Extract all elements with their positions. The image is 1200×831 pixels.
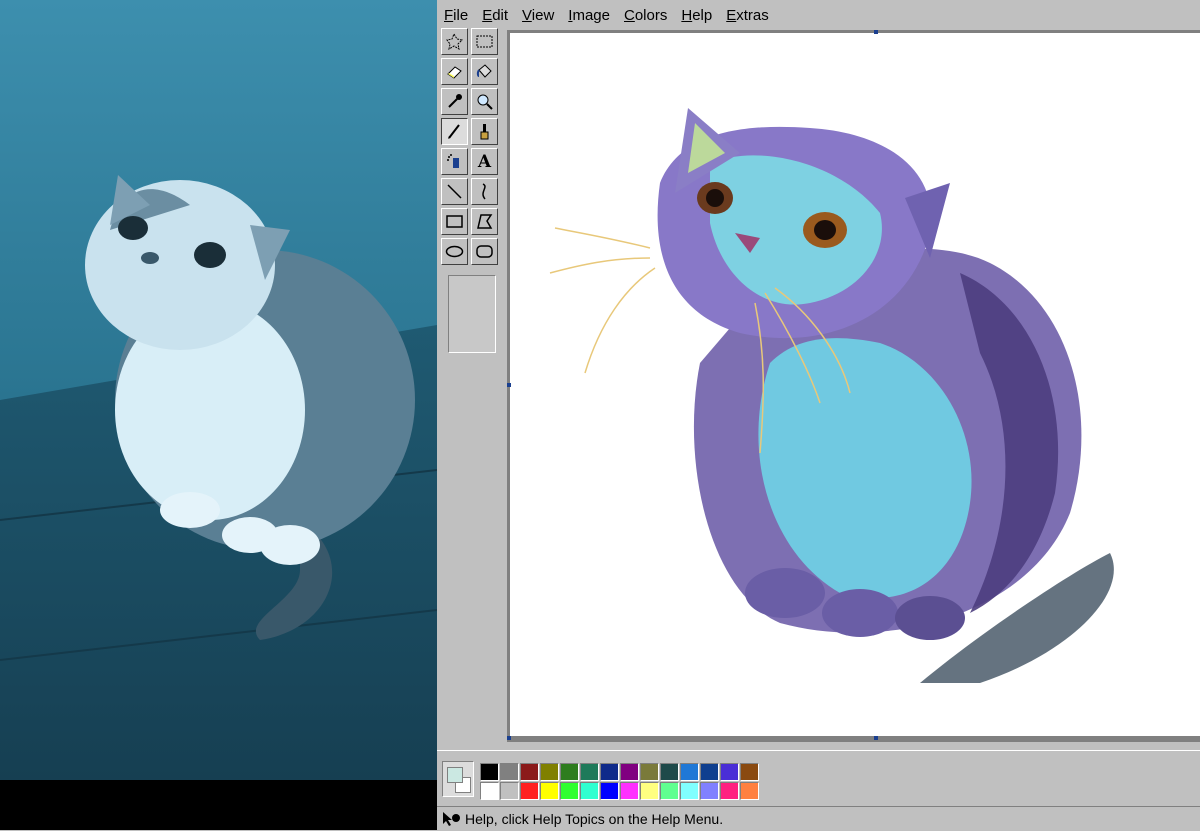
text-icon: A <box>477 151 492 172</box>
palette-swatch[interactable] <box>580 763 599 781</box>
curve-icon <box>482 183 486 200</box>
free-form-select-tool[interactable] <box>441 28 468 55</box>
tool-options-box[interactable] <box>448 275 496 353</box>
color-palette <box>437 750 1200 806</box>
menu-image[interactable]: Image <box>561 7 617 24</box>
menu-extras[interactable]: Extras <box>719 7 776 24</box>
palette-swatch[interactable] <box>540 782 559 800</box>
palette-swatch[interactable] <box>620 763 639 781</box>
status-bar: Help, click Help Topics on the Help Menu… <box>437 806 1200 831</box>
foreground-color[interactable] <box>447 767 463 783</box>
polygon-icon <box>477 214 493 229</box>
palette-swatch[interactable] <box>500 782 519 800</box>
palette-swatch[interactable] <box>520 782 539 800</box>
palette-swatch[interactable] <box>720 782 739 800</box>
current-colors-box[interactable] <box>442 761 474 797</box>
ellipse-tool[interactable] <box>441 238 468 265</box>
menu-file[interactable]: File <box>437 7 475 24</box>
palette-swatch[interactable] <box>700 763 719 781</box>
palette-swatch[interactable] <box>680 763 699 781</box>
palette-swatch[interactable] <box>740 763 759 781</box>
menu-help[interactable]: Help <box>674 7 719 24</box>
pencil-icon <box>448 124 460 139</box>
magnifier-icon <box>477 94 493 110</box>
palette-swatch[interactable] <box>680 782 699 800</box>
status-text: Help, click Help Topics on the Help Menu… <box>465 811 724 827</box>
magnifier-tool[interactable] <box>471 88 498 115</box>
cat-photo-image <box>0 0 437 780</box>
text-tool[interactable]: A <box>471 148 498 175</box>
canvas-resize-handle-top[interactable] <box>874 30 878 34</box>
canvas-resize-handle-left[interactable] <box>507 383 511 387</box>
palette-swatch[interactable] <box>540 763 559 781</box>
drawing-canvas[interactable] <box>510 33 1200 736</box>
palette-swatch[interactable] <box>660 782 679 800</box>
palette-swatch[interactable] <box>720 763 739 781</box>
polygon-tool[interactable] <box>471 208 498 235</box>
palette-swatch[interactable] <box>700 782 719 800</box>
free-form-select-icon <box>446 32 464 51</box>
palette-swatch[interactable] <box>520 763 539 781</box>
menu-bar: File Edit View Image Colors Help Extras <box>437 2 1200 28</box>
menu-edit[interactable]: Edit <box>475 7 515 24</box>
palette-swatch[interactable] <box>640 763 659 781</box>
photo-black-band <box>0 780 437 830</box>
palette-swatch[interactable] <box>600 782 619 800</box>
palette-swatch[interactable] <box>580 782 599 800</box>
rectangle-select-icon <box>476 35 493 48</box>
paint-window: File Edit View Image Colors Help Extras <box>437 0 1200 831</box>
brush-tool[interactable] <box>471 118 498 145</box>
rounded-rectangle-icon <box>476 245 493 258</box>
rectangle-select-tool[interactable] <box>471 28 498 55</box>
canvas-resize-handle-bottom-left[interactable] <box>507 736 511 740</box>
fill-bucket-tool[interactable] <box>471 58 498 85</box>
pencil-tool[interactable] <box>441 118 468 145</box>
eyedropper-tool[interactable] <box>441 88 468 115</box>
eraser-tool[interactable] <box>441 58 468 85</box>
toolbox: A <box>441 28 503 272</box>
line-icon <box>447 184 462 199</box>
reference-cat-photo <box>0 0 437 780</box>
palette-swatch[interactable] <box>560 763 579 781</box>
palette-swatch[interactable] <box>480 782 499 800</box>
menu-colors[interactable]: Colors <box>617 7 674 24</box>
airbrush-tool[interactable] <box>441 148 468 175</box>
palette-swatch[interactable] <box>740 782 759 800</box>
ellipse-icon <box>445 245 464 258</box>
brush-icon <box>480 124 489 140</box>
rounded-rectangle-tool[interactable] <box>471 238 498 265</box>
palette-swatch[interactable] <box>560 782 579 800</box>
palette-swatch[interactable] <box>600 763 619 781</box>
palette-swatch[interactable] <box>660 763 679 781</box>
canvas-resize-handle-bottom[interactable] <box>874 736 878 740</box>
cat-painting <box>549 108 1114 683</box>
canvas-frame <box>507 30 1200 742</box>
palette-swatches <box>480 763 759 800</box>
curve-tool[interactable] <box>471 178 498 205</box>
fill-bucket-icon <box>476 64 492 78</box>
menu-view[interactable]: View <box>515 7 561 24</box>
eyedropper-icon <box>448 94 462 108</box>
rectangle-icon <box>446 215 463 228</box>
palette-swatch[interactable] <box>640 782 659 800</box>
rectangle-tool[interactable] <box>441 208 468 235</box>
palette-swatch[interactable] <box>620 782 639 800</box>
line-tool[interactable] <box>441 178 468 205</box>
help-pointer-icon <box>443 812 460 826</box>
palette-swatch[interactable] <box>500 763 519 781</box>
eraser-icon <box>447 66 462 79</box>
palette-swatch[interactable] <box>480 763 499 781</box>
airbrush-icon <box>447 154 459 168</box>
